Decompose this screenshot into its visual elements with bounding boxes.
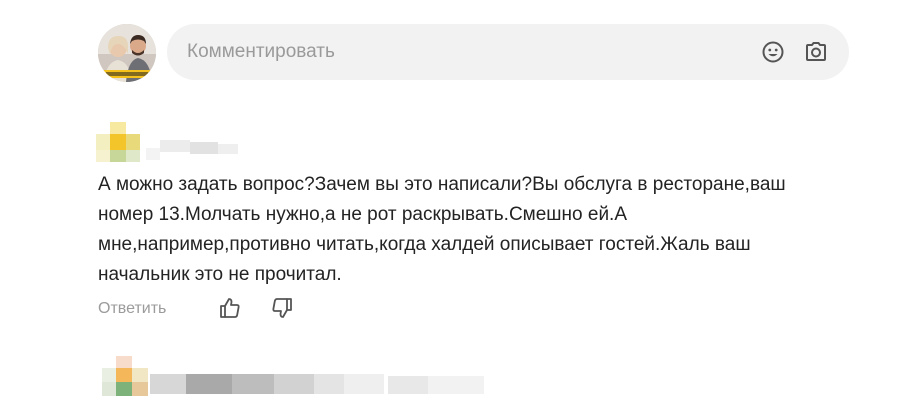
camera-icon[interactable] (804, 40, 828, 64)
comment-input[interactable] (187, 24, 727, 80)
censored-author-avatar-2 (88, 356, 488, 396)
thumbs-up-icon[interactable] (218, 296, 242, 320)
avatar (98, 24, 156, 82)
censored-author-avatar (96, 122, 241, 162)
thumbs-down-icon[interactable] (270, 296, 294, 320)
comment-composer[interactable] (167, 24, 849, 80)
reply-button[interactable]: Ответить (98, 300, 166, 318)
emoji-icon[interactable] (761, 40, 785, 64)
avatar-photo (98, 24, 156, 82)
comment-text: А можно задать вопрос?Зачем вы это напис… (98, 174, 786, 285)
